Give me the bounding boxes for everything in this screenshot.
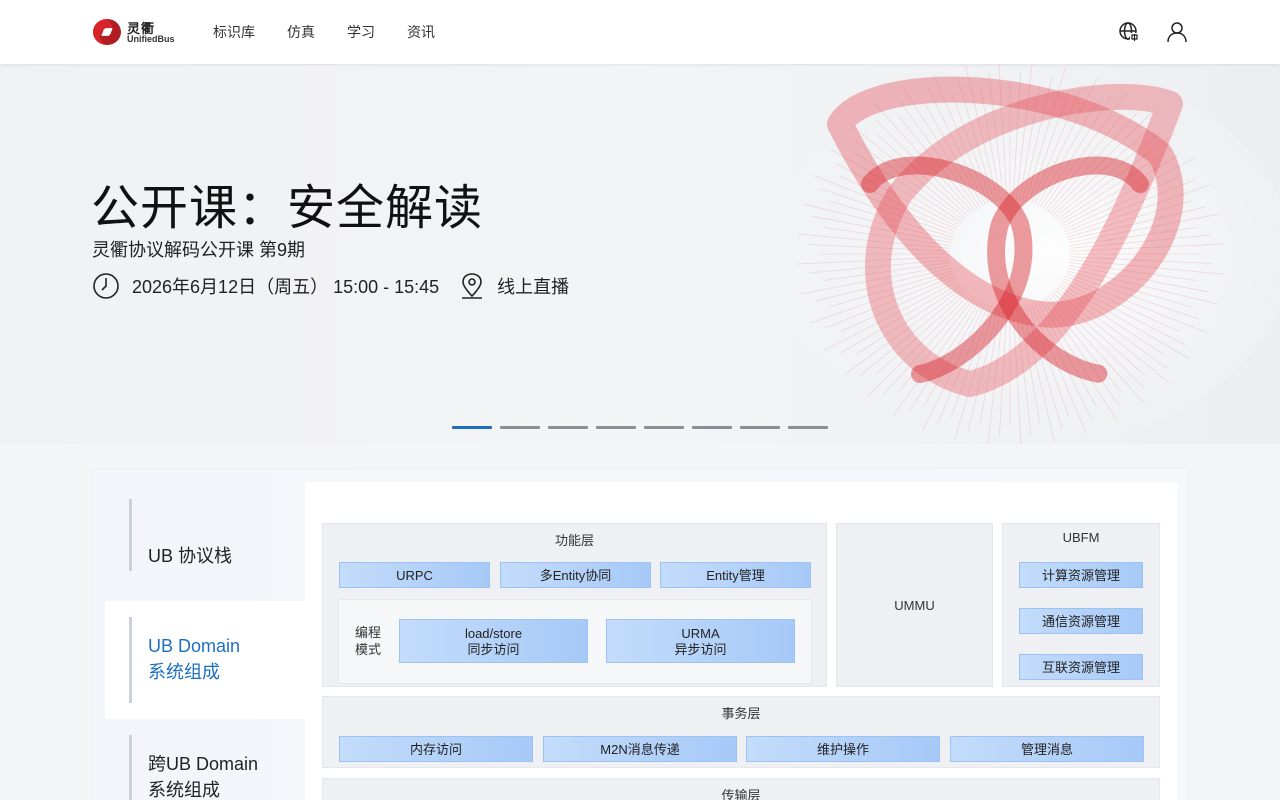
- multi-entity-block: 多Entity协同: [500, 562, 651, 588]
- nav-item-learning[interactable]: 学习: [347, 22, 375, 42]
- user-account-icon[interactable]: [1165, 20, 1189, 44]
- transaction-layer-box: 事务层 内存访问 M2N消息传递 维护操作 管理消息: [322, 696, 1160, 768]
- hero-subtitle: 灵衢协议解码公开课 第9期: [92, 240, 306, 260]
- carousel-dot[interactable]: [596, 426, 636, 429]
- carousel-dot[interactable]: [452, 426, 492, 429]
- hero-title: 公开课：安全解读: [91, 182, 484, 235]
- logo-mark-icon: [93, 19, 121, 45]
- logo-en-text: UnifiedBus: [127, 34, 175, 44]
- load-store-block: load/store 同步访问: [399, 619, 588, 663]
- hero-ribbon-art: [710, 64, 1280, 444]
- carousel-dot[interactable]: [740, 426, 780, 429]
- compute-resource-block: 计算资源管理: [1019, 562, 1143, 588]
- sidebar-item-cross-ub-domain[interactable]: 跨UB Domain 系统组成: [105, 735, 305, 800]
- carousel-dot[interactable]: [500, 426, 540, 429]
- top-header: 灵衢 UnifiedBus 标识库 仿真 学习 资讯: [0, 0, 1280, 64]
- sidebar-item-ub-protocol-stack[interactable]: UB 协议栈: [105, 485, 305, 585]
- sidebar-item-label: UB 协议栈: [148, 546, 233, 566]
- entity-mgmt-block: Entity管理: [660, 562, 811, 588]
- function-layer-box: 功能层 URPC 多Entity协同 Entity管理 编程 模式 load/s…: [322, 523, 827, 687]
- ubfm-title: UBFM: [1062, 530, 1100, 545]
- urma-block: URMA 异步访问: [606, 619, 795, 663]
- comm-resource-block: 通信资源管理: [1019, 608, 1143, 634]
- location-pin-icon: [462, 273, 483, 299]
- hero-banner[interactable]: 公开课：安全解读 灵衢协议解码公开课 第9期 2026年6月12日（周五） 15…: [0, 64, 1280, 444]
- nav-item-simulation[interactable]: 仿真: [287, 22, 315, 42]
- ubfm-box: UBFM 计算资源管理 通信资源管理 互联资源管理: [1002, 523, 1160, 687]
- function-layer-title: 功能层: [554, 533, 594, 548]
- sidebar-item-label: 跨UB Domain 系统组成: [148, 754, 259, 800]
- hero-meta: 2026年6月12日（周五） 15:00 - 15:45 线上直播: [92, 270, 569, 302]
- carousel-dot[interactable]: [788, 426, 828, 429]
- architecture-diagram: 功能层 URPC 多Entity协同 Entity管理 编程 模式 load/s…: [305, 482, 1177, 800]
- nav-item-news[interactable]: 资讯: [407, 22, 435, 42]
- programming-mode-box: 编程 模式 load/store 同步访问 URMA 异步访问: [338, 599, 812, 684]
- transaction-layer-title: 事务层: [721, 706, 761, 721]
- ummu-label: UMMU: [894, 598, 935, 613]
- sidebar-item-ub-domain[interactable]: UB Domain 系统组成: [105, 601, 305, 719]
- memory-access-block: 内存访问: [339, 736, 533, 762]
- ummu-box: UMMU: [836, 523, 993, 687]
- carousel-dot[interactable]: [548, 426, 588, 429]
- carousel-dot[interactable]: [644, 426, 684, 429]
- interconnect-resource-block: 互联资源管理: [1019, 654, 1143, 680]
- urpc-block: URPC: [339, 562, 490, 588]
- programming-mode-label: 编程 模式: [355, 625, 382, 657]
- event-location: 线上直播: [497, 277, 570, 297]
- transport-layer-box: 传输层: [322, 778, 1160, 800]
- nav-item-library[interactable]: 标识库: [213, 22, 255, 42]
- carousel-dot[interactable]: [692, 426, 732, 429]
- sidebar-item-label: UB Domain 系统组成: [148, 636, 241, 682]
- site-logo[interactable]: 灵衢 UnifiedBus: [91, 16, 175, 48]
- transport-layer-title: 传输层: [721, 788, 761, 800]
- main-nav: 标识库 仿真 学习 资讯: [213, 22, 467, 42]
- event-datetime: 2026年6月12日（周五） 15:00 - 15:45: [132, 277, 440, 297]
- m2n-messaging-block: M2N消息传递: [543, 736, 737, 762]
- language-globe-icon[interactable]: [1117, 20, 1141, 44]
- clock-icon: [93, 273, 119, 299]
- management-message-block: 管理消息: [950, 736, 1144, 762]
- architecture-panel: UB 协议栈 UB Domain 系统组成 跨UB Domain 系统组成 功能…: [91, 468, 1189, 800]
- maintenance-block: 维护操作: [746, 736, 940, 762]
- carousel-indicators: [452, 426, 836, 429]
